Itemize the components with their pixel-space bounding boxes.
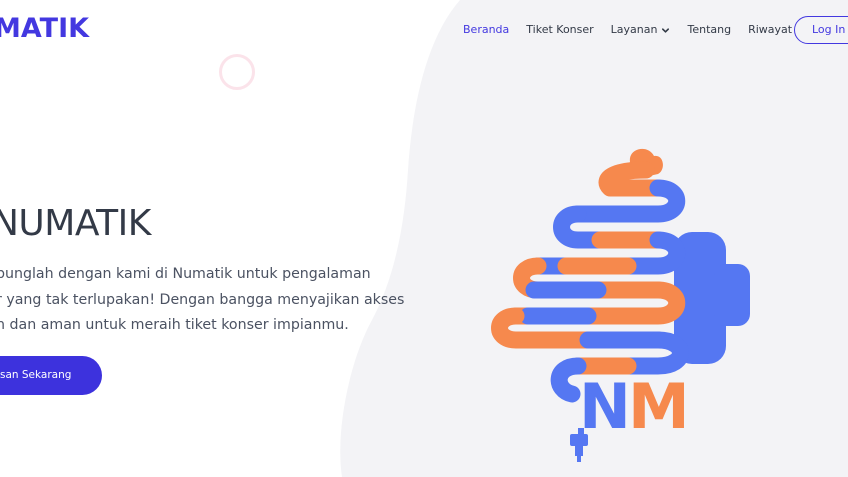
hero-description: bunglah dengan kami di Numatik untuk pen… xyxy=(0,262,466,339)
order-now-button[interactable]: san Sekarang xyxy=(0,356,102,395)
nav-tiket-konser[interactable]: Tiket Konser xyxy=(526,22,593,38)
nav-riwayat[interactable]: Riwayat xyxy=(748,22,792,38)
hero-title: NUMATIK xyxy=(0,203,151,244)
hero-description-line: bunglah dengan kami di Numatik untuk pen… xyxy=(0,266,371,282)
main-nav: Beranda Tiket Konser Layanan Tentang Riw… xyxy=(463,22,809,38)
svg-text:N: N xyxy=(579,370,628,443)
landing-page: MATIK Beranda Tiket Konser Layanan Tenta… xyxy=(0,0,848,477)
nav-beranda[interactable]: Beranda xyxy=(463,22,509,38)
hero-description-line: r yang tak terlupakan! Dengan bangga men… xyxy=(0,291,405,308)
hero-description-line: n dan aman untuk meraih tiket konser imp… xyxy=(0,317,349,333)
login-button[interactable]: Log In xyxy=(794,16,848,44)
nav-tentang[interactable]: Tentang xyxy=(687,22,731,38)
brand-logo[interactable]: MATIK xyxy=(0,13,89,45)
numatik-logo-icon: N M xyxy=(491,148,750,462)
nav-layanan-label: Layanan xyxy=(610,23,658,36)
nav-layanan-dropdown[interactable]: Layanan xyxy=(611,22,671,38)
chevron-down-icon xyxy=(662,27,670,33)
svg-text:M: M xyxy=(628,370,687,443)
decorative-ring xyxy=(219,54,255,90)
